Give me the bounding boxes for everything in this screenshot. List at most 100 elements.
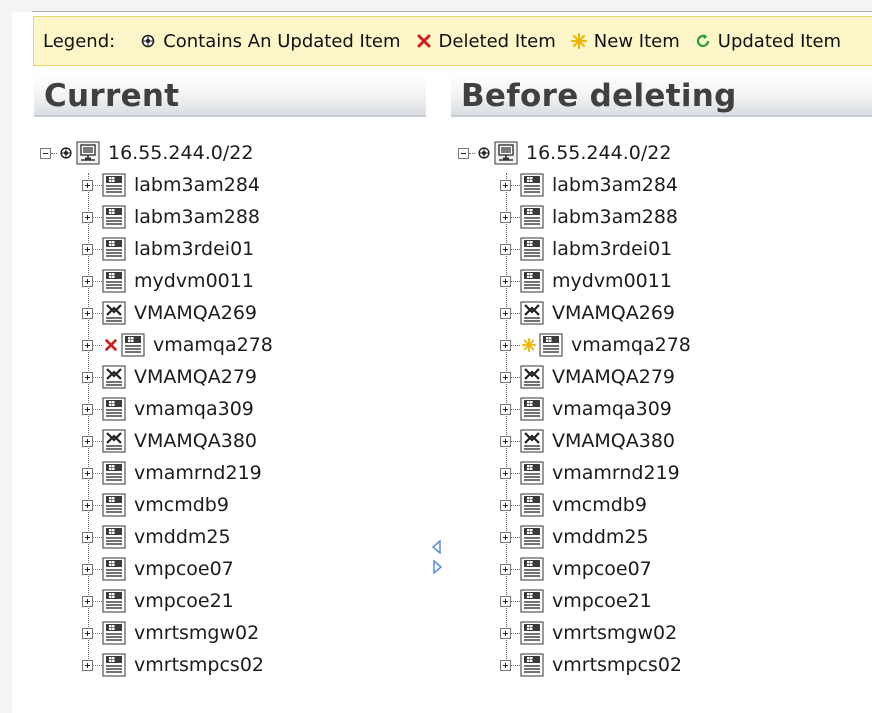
- expand-toggle[interactable]: [82, 595, 93, 607]
- tree-node[interactable]: vmddm25: [500, 521, 649, 553]
- expand-toggle[interactable]: [82, 627, 93, 639]
- windows-server-icon: [520, 493, 544, 517]
- tree-connector: [511, 600, 520, 602]
- tree-node[interactable]: vmamqa309: [500, 393, 672, 425]
- tree-node-label: vmrtsmgw02: [134, 622, 260, 644]
- tree-node[interactable]: labm3rdei01: [500, 233, 672, 265]
- windows-server-icon: [520, 205, 544, 229]
- tree-node[interactable]: vmamqa278: [82, 329, 273, 361]
- unix-server-icon: [102, 429, 126, 453]
- tree-node-label: VMAMQA269: [552, 302, 675, 324]
- tree-node[interactable]: vmcmdb9: [82, 489, 229, 521]
- expand-toggle[interactable]: [500, 275, 511, 287]
- triangle-left-icon[interactable]: [430, 540, 444, 554]
- tree-node[interactable]: labm3rdei01: [82, 233, 254, 265]
- tree-node[interactable]: VMAMQA279: [500, 361, 675, 393]
- tree-node[interactable]: vmpcoe21: [500, 585, 652, 617]
- tree-node-label: vmpcoe21: [134, 590, 234, 612]
- expand-toggle[interactable]: [500, 627, 511, 639]
- tree-node-label: vmddm25: [134, 526, 231, 548]
- tree-node-label: vmamqa278: [153, 334, 273, 356]
- expand-toggle[interactable]: [82, 659, 93, 671]
- expand-toggle[interactable]: [82, 563, 93, 575]
- tree-node[interactable]: labm3am284: [82, 169, 260, 201]
- tree-node-label: vmrtsmpcs02: [552, 654, 683, 676]
- tree-node-label: vmamqa309: [134, 398, 254, 420]
- expand-toggle[interactable]: [82, 307, 93, 319]
- collapse-toggle[interactable]: [40, 147, 51, 159]
- tree-node[interactable]: VMAMQA380: [500, 425, 675, 457]
- tree-node[interactable]: vmpcoe07: [82, 553, 234, 585]
- windows-server-icon: [102, 237, 126, 261]
- expand-toggle[interactable]: [82, 243, 93, 255]
- tree-node[interactable]: VMAMQA269: [82, 297, 257, 329]
- expand-toggle[interactable]: [500, 307, 511, 319]
- tree-node[interactable]: vmamqa309: [82, 393, 254, 425]
- tree-node[interactable]: labm3am288: [500, 201, 678, 233]
- tree-node[interactable]: vmrtsmgw02: [82, 617, 259, 649]
- network-icon: [494, 141, 518, 165]
- tree-node[interactable]: vmrtsmpcs02: [82, 649, 264, 681]
- expand-toggle[interactable]: [82, 467, 93, 479]
- tree-node[interactable]: vmpcoe07: [500, 553, 652, 585]
- expand-toggle[interactable]: [82, 499, 93, 511]
- expand-toggle[interactable]: [500, 339, 511, 351]
- tree-node[interactable]: mydvm0011: [500, 265, 672, 297]
- updated-refresh-icon: [694, 32, 712, 50]
- windows-server-icon: [520, 237, 544, 261]
- expand-toggle[interactable]: [500, 435, 511, 447]
- expand-toggle[interactable]: [500, 531, 511, 543]
- contains-updated-icon: [139, 32, 157, 50]
- windows-server-icon: [102, 589, 126, 613]
- expand-toggle[interactable]: [82, 531, 93, 543]
- expand-toggle[interactable]: [500, 467, 511, 479]
- tree-node[interactable]: VMAMQA380: [82, 425, 257, 457]
- unix-server-icon: [520, 429, 544, 453]
- tree-node[interactable]: mydvm0011: [82, 265, 254, 297]
- tree-node[interactable]: vmamrnd219: [500, 457, 680, 489]
- expand-toggle[interactable]: [500, 499, 511, 511]
- tree-node[interactable]: vmddm25: [82, 521, 231, 553]
- panel-header-current: Current: [34, 75, 426, 117]
- expand-toggle[interactable]: [82, 435, 93, 447]
- legend-label: New Item: [593, 30, 680, 52]
- tree-node[interactable]: vmamqa278: [500, 329, 691, 361]
- tree-node[interactable]: vmrtsmgw02: [500, 617, 677, 649]
- expand-toggle[interactable]: [82, 275, 93, 287]
- panel-splitter[interactable]: [430, 540, 444, 580]
- triangle-right-icon[interactable]: [430, 560, 444, 574]
- tree-node[interactable]: vmcmdb9: [500, 489, 647, 521]
- tree-node[interactable]: labm3am284: [500, 169, 678, 201]
- expand-toggle[interactable]: [82, 179, 93, 191]
- expand-toggle[interactable]: [500, 371, 511, 383]
- tree-connector: [93, 568, 102, 570]
- expand-toggle[interactable]: [500, 563, 511, 575]
- expand-toggle[interactable]: [500, 243, 511, 255]
- tree-node-label: VMAMQA380: [552, 430, 675, 452]
- expand-toggle[interactable]: [82, 211, 93, 223]
- legend-entry-contains-updated: Contains An Updated Item: [139, 31, 401, 52]
- expand-toggle[interactable]: [500, 403, 511, 415]
- tree-node[interactable]: labm3am288: [82, 201, 260, 233]
- tree-connector: [511, 248, 520, 250]
- expand-toggle[interactable]: [82, 403, 93, 415]
- expand-toggle[interactable]: [500, 179, 511, 191]
- windows-server-icon: [102, 557, 126, 581]
- collapse-toggle[interactable]: [458, 147, 469, 159]
- tree-connector: [511, 440, 520, 442]
- expand-toggle[interactable]: [500, 211, 511, 223]
- expand-toggle[interactable]: [500, 595, 511, 607]
- tree-root-node[interactable]: 16.55.244.0/22: [40, 137, 253, 169]
- tree-node[interactable]: vmamrnd219: [82, 457, 262, 489]
- tree-connector: [511, 408, 520, 410]
- tree-node-label: vmcmdb9: [134, 494, 229, 516]
- expand-toggle[interactable]: [82, 339, 93, 351]
- expand-toggle[interactable]: [82, 371, 93, 383]
- tree-root-node[interactable]: 16.55.244.0/22: [458, 137, 671, 169]
- tree-node[interactable]: VMAMQA279: [82, 361, 257, 393]
- tree-node[interactable]: vmrtsmpcs02: [500, 649, 682, 681]
- expand-toggle[interactable]: [500, 659, 511, 671]
- tree-node[interactable]: VMAMQA269: [500, 297, 675, 329]
- tree-node[interactable]: vmpcoe21: [82, 585, 234, 617]
- tree-node-label: labm3rdei01: [552, 238, 673, 260]
